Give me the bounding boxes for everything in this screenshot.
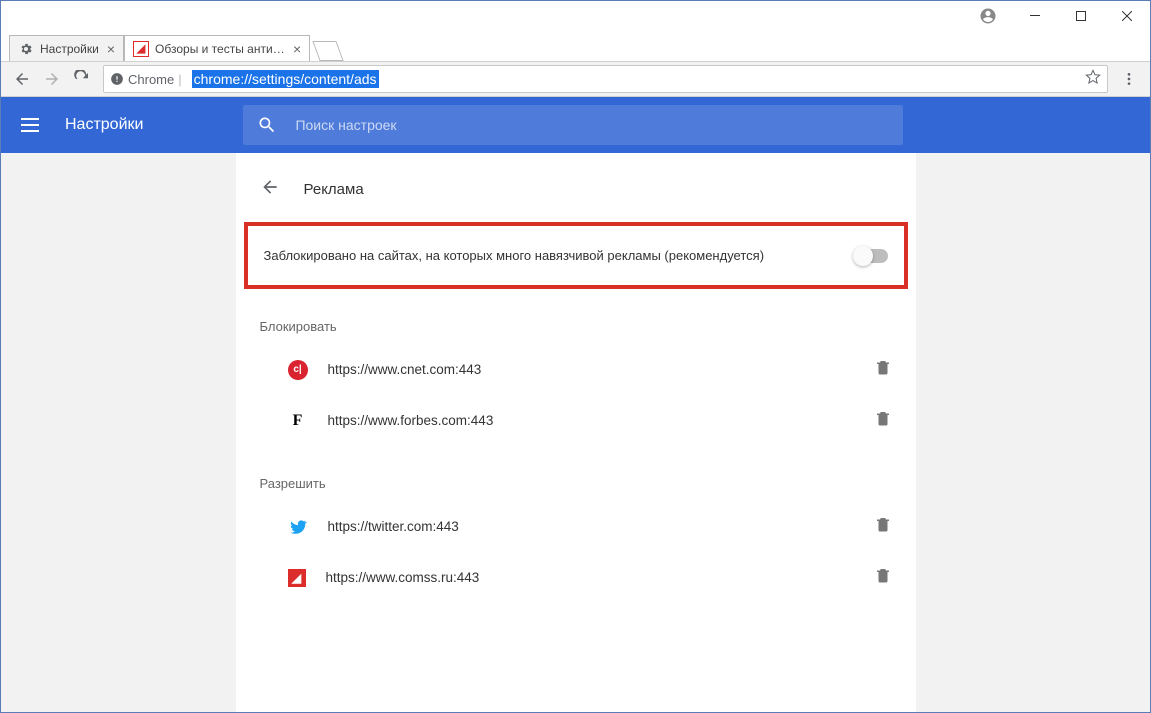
search-icon (257, 115, 277, 135)
allow-section-title: Разрешить (236, 446, 916, 501)
site-url: https://twitter.com:443 (328, 519, 874, 534)
tab-title: Обзоры и тесты антиви (155, 42, 285, 56)
site-url: https://www.comss.ru:443 (326, 570, 874, 585)
site-favicon: F (288, 411, 308, 431)
omnibox-prefix: Chrome (128, 72, 174, 87)
chrome-menu-button[interactable] (1114, 64, 1144, 94)
tab-settings[interactable]: Настройки × (9, 35, 124, 61)
settings-header: Настройки Поиск настроек (1, 97, 1150, 153)
tab-title: Настройки (40, 42, 99, 56)
forward-button[interactable] (37, 64, 67, 94)
site-icon: ◢ (133, 41, 149, 57)
tab-strip: Настройки × ◢ Обзоры и тесты антиви × (1, 31, 1150, 61)
site-favicon (288, 517, 308, 537)
page-title: Реклама (304, 181, 364, 198)
ads-toggle-row[interactable]: Заблокировано на сайтах, на которых мног… (244, 222, 908, 289)
content-area: Реклама Заблокировано на сайтах, на кото… (1, 153, 1150, 712)
settings-search[interactable]: Поиск настроек (243, 105, 903, 145)
site-favicon: c| (288, 360, 308, 380)
allowed-site-row[interactable]: https://twitter.com:443 (236, 501, 916, 552)
bookmark-icon[interactable] (1085, 69, 1101, 90)
site-favicon: ◢ (288, 569, 306, 587)
back-button[interactable] (7, 64, 37, 94)
block-section-title: Блокировать (236, 289, 916, 344)
omnibox-url: chrome://settings/content/ads (192, 70, 379, 88)
settings-panel: Реклама Заблокировано на сайтах, на кото… (236, 153, 916, 712)
profile-icon[interactable] (972, 1, 1004, 31)
panel-header: Реклама (236, 173, 916, 222)
address-bar[interactable]: Chrome | chrome://settings/content/ads (103, 65, 1108, 93)
window-titlebar (1, 1, 1150, 31)
reload-button[interactable] (67, 64, 97, 94)
site-url: https://www.forbes.com:443 (328, 413, 874, 428)
window-minimize-button[interactable] (1012, 1, 1058, 31)
site-url: https://www.cnet.com:443 (328, 362, 874, 377)
menu-icon[interactable] (21, 113, 45, 137)
back-arrow-icon[interactable] (260, 177, 280, 202)
window-maximize-button[interactable] (1058, 1, 1104, 31)
toggle-switch[interactable] (854, 249, 888, 263)
tab-close-icon[interactable]: × (107, 42, 115, 56)
blocked-site-row[interactable]: F https://www.forbes.com:443 (236, 395, 916, 446)
search-placeholder: Поиск настроек (295, 117, 396, 133)
delete-icon[interactable] (874, 409, 892, 432)
delete-icon[interactable] (874, 358, 892, 381)
window-close-button[interactable] (1104, 1, 1150, 31)
site-info-icon[interactable]: Chrome | (110, 72, 186, 87)
tab-comss[interactable]: ◢ Обзоры и тесты антиви × (124, 35, 310, 61)
new-tab-button[interactable] (313, 41, 344, 61)
toolbar: Chrome | chrome://settings/content/ads (1, 61, 1150, 97)
gear-icon (18, 41, 34, 57)
blocked-site-row[interactable]: c| https://www.cnet.com:443 (236, 344, 916, 395)
toggle-label: Заблокировано на сайтах, на которых мног… (264, 248, 854, 263)
delete-icon[interactable] (874, 515, 892, 538)
tab-close-icon[interactable]: × (293, 42, 301, 56)
allowed-site-row[interactable]: ◢ https://www.comss.ru:443 (236, 552, 916, 603)
delete-icon[interactable] (874, 566, 892, 589)
header-title: Настройки (65, 116, 143, 134)
